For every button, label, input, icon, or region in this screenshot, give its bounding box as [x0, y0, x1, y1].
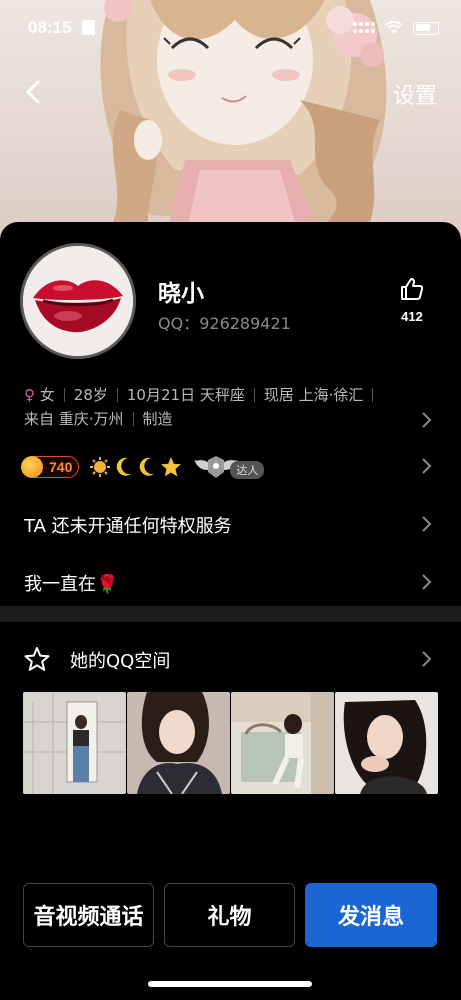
send-message-button[interactable]: 发消息	[305, 883, 437, 947]
star-level-icon	[161, 457, 182, 477]
chevron-right-icon	[422, 651, 432, 667]
qzone-photo[interactable]	[335, 692, 438, 794]
like-count: 412	[401, 309, 423, 324]
video-call-button[interactable]: 音视频通话	[23, 883, 154, 947]
send-message-label: 发消息	[337, 905, 404, 930]
residence: 现居 上海·徐汇	[263, 386, 364, 404]
level-number: 740	[49, 459, 73, 475]
cellular-signal-icon	[353, 22, 375, 34]
moon-level-icon	[117, 457, 132, 476]
video-call-label: 音视频通话	[33, 905, 144, 930]
person-icon	[82, 20, 95, 35]
birthday-sign: 10月21日 天秤座	[126, 386, 245, 404]
chevron-right-icon	[422, 458, 432, 474]
chevron-left-icon	[26, 80, 40, 104]
chevron-right-icon	[422, 574, 432, 590]
status-bar: 08:15	[0, 0, 461, 54]
nickname: 晓小	[158, 281, 204, 307]
female-icon: ♀	[24, 386, 35, 404]
qzone-photo[interactable]	[231, 692, 334, 794]
gender: 女	[39, 386, 55, 404]
settings-button[interactable]: 设置	[393, 78, 437, 110]
privilege-text: TA 还未开通任何特权服务	[24, 516, 232, 537]
age: 28岁	[73, 386, 108, 404]
qzone-title: 她的QQ空间	[70, 651, 171, 672]
avatar[interactable]	[20, 243, 136, 359]
section-divider	[0, 606, 461, 622]
sun-icon	[21, 456, 43, 478]
qq-number-line[interactable]: QQ：926289421	[158, 310, 291, 334]
profile-info-row[interactable]: ♀ 女 28岁 10月21日 天秤座 现居 上海·徐汇 来自 重庆·万州 制造	[24, 383, 424, 431]
badge-row[interactable]: 740 达人	[21, 452, 266, 482]
thumbs-up-icon	[401, 278, 424, 300]
signature-text: 我一直在🌹	[24, 574, 119, 595]
back-button[interactable]	[18, 72, 52, 112]
star-outline-icon	[24, 647, 50, 671]
gift-label: 礼物	[207, 905, 252, 930]
home-indicator[interactable]	[148, 981, 312, 987]
sun-level-icon	[90, 457, 111, 477]
level-badge: 740	[21, 456, 80, 478]
gift-button[interactable]: 礼物	[164, 883, 295, 947]
occupation: 制造	[142, 410, 173, 428]
qq-label: QQ：	[158, 314, 200, 333]
chevron-right-icon	[422, 516, 432, 532]
daren-badge: 达人	[194, 452, 266, 482]
qzone-photo[interactable]	[23, 692, 126, 794]
status-indicators	[353, 21, 439, 35]
qq-number: 926289421	[199, 314, 291, 333]
qzone-photo[interactable]	[127, 692, 230, 794]
level-icons	[89, 456, 182, 478]
status-time: 08:15	[28, 18, 72, 37]
daren-label: 达人	[230, 461, 265, 479]
moon-level-icon	[140, 457, 155, 476]
hometown: 来自 重庆·万州	[24, 410, 124, 428]
battery-icon	[413, 21, 439, 35]
chevron-right-icon	[422, 412, 432, 428]
wifi-icon	[385, 21, 403, 34]
